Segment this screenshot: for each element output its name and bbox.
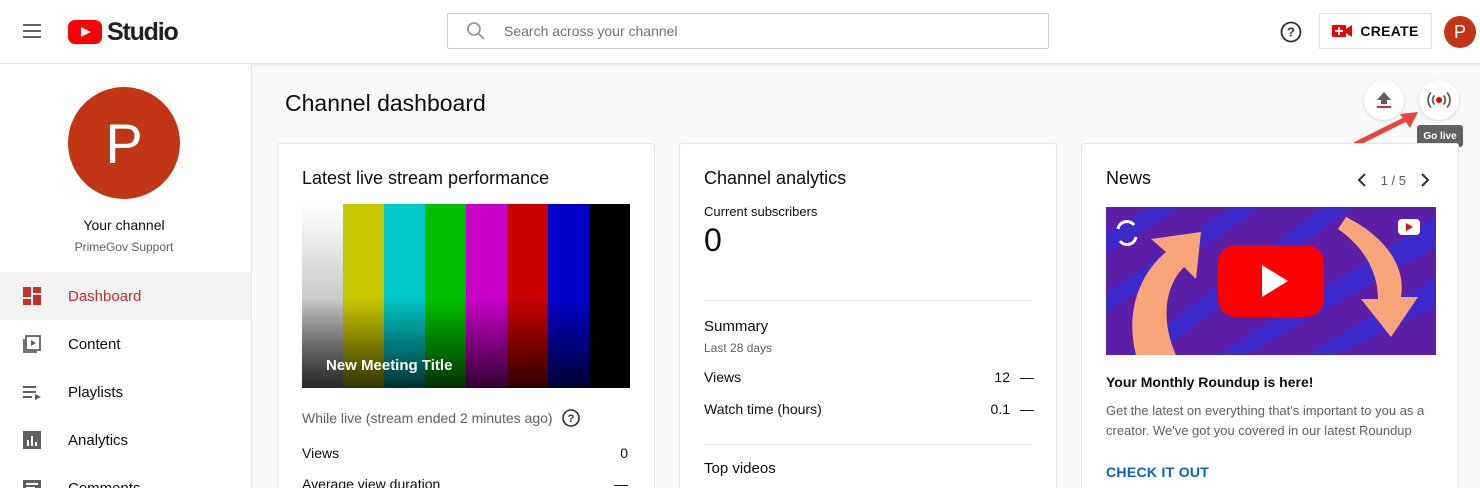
divider [704, 444, 1032, 445]
summary-title: Summary [704, 318, 769, 335]
news-illustration-icon [1106, 207, 1436, 355]
search-input[interactable] [504, 23, 1024, 39]
analytics-icon [23, 431, 41, 449]
summary-row: Views 12 — [704, 369, 1034, 385]
stat-value: 0 [620, 445, 628, 461]
stat-label: Views [302, 445, 340, 461]
pager-count: 1 / 5 [1380, 172, 1406, 188]
news-card: News 1 / 5 Your Monthly Roundup is here!… [1081, 143, 1459, 488]
chevron-right-icon[interactable] [1414, 170, 1434, 190]
check-it-out-link[interactable]: CHECK IT OUT [1106, 464, 1209, 480]
thumbnail-overlay [302, 298, 630, 388]
create-button[interactable]: CREATE [1319, 13, 1432, 49]
news-headline: Your Monthly Roundup is here! [1106, 374, 1314, 390]
sidebar-item-dashboard[interactable]: Dashboard [0, 272, 251, 320]
sidebar-item-label: Content [68, 335, 121, 353]
while-live-text: While live (stream ended 2 minutes ago) [302, 410, 553, 426]
summary-row-value: 0.1 [990, 401, 1010, 417]
logo-text: Studio [107, 17, 179, 46]
sidebar-item-label: Comments [68, 479, 141, 488]
dashboard-icon [23, 287, 41, 305]
sidebar-item-playlists[interactable]: Playlists [0, 368, 251, 416]
go-live-icon [1427, 91, 1451, 109]
news-body: Get the latest on everything that's impo… [1106, 403, 1425, 438]
sidebar-item-label: Analytics [68, 431, 129, 449]
stat-value: — [614, 476, 628, 488]
stat-label: Average view duration [302, 476, 441, 488]
your-channel-label: Your channel [83, 217, 165, 233]
create-camera-icon [1332, 25, 1353, 37]
analytics-card-title: Channel analytics [704, 168, 847, 188]
video-title: New Meeting Title [326, 357, 453, 374]
sidebar-item-content[interactable]: Content [0, 320, 251, 368]
summary-row-label: Views [704, 369, 742, 385]
channel-name: PrimeGov Support [74, 240, 174, 254]
trend-indicator: — [1020, 401, 1034, 417]
help-icon[interactable]: ? [1278, 19, 1304, 45]
youtube-logo-icon [68, 20, 102, 44]
sidebar-item-analytics[interactable]: Analytics [0, 416, 251, 464]
news-card-title: News [1106, 168, 1152, 188]
summary-row-value: 12 [994, 369, 1010, 385]
studio-logo[interactable]: Studio [68, 17, 179, 46]
svg-text:?: ? [567, 413, 574, 425]
stream-thumbnail[interactable]: New Meeting Title [302, 204, 630, 388]
stat-row: Average view duration — [302, 476, 628, 488]
menu-icon[interactable] [20, 20, 44, 44]
summary-period: Last 28 days [704, 341, 773, 355]
sidebar-item-comments[interactable]: Comments [0, 464, 251, 488]
sidebar: P Your channel PrimeGov Support Dashboar… [0, 64, 252, 488]
subscribers-value: 0 [704, 222, 722, 258]
channel-avatar[interactable]: P [68, 87, 180, 199]
content-icon [23, 335, 41, 353]
chevron-left-icon[interactable] [1353, 170, 1373, 190]
stat-row: Views 0 [302, 445, 628, 461]
search-box[interactable] [447, 13, 1049, 49]
comments-icon [23, 480, 41, 488]
live-card-title: Latest live stream performance [302, 168, 550, 188]
sidebar-item-label: Dashboard [68, 287, 142, 305]
analytics-card: Channel analytics Current subscribers 0 … [679, 143, 1057, 488]
summary-row-label: Watch time (hours) [704, 401, 822, 417]
top-videos-title: Top videos [704, 460, 776, 477]
top-bar: Studio ? CREATE P [0, 0, 1480, 64]
live-stream-card: Latest live stream performance New Meeti… [277, 143, 655, 488]
sidebar-item-label: Playlists [68, 383, 124, 401]
playlists-icon [23, 386, 41, 400]
help-icon[interactable]: ? [561, 408, 581, 428]
news-pager: 1 / 5 [1353, 170, 1434, 190]
while-live-label: While live (stream ended 2 minutes ago) … [302, 408, 581, 428]
page-title: Channel dashboard [285, 90, 486, 116]
news-image[interactable] [1106, 207, 1436, 355]
account-avatar[interactable]: P [1444, 16, 1476, 48]
sidebar-nav: Dashboard Content Playlists Analytics Co… [0, 272, 251, 488]
divider [704, 300, 1032, 301]
summary-row: Watch time (hours) 0.1 — [704, 401, 1034, 417]
go-live-button[interactable] [1419, 80, 1459, 120]
create-label: CREATE [1360, 23, 1419, 39]
subscribers-label: Current subscribers [704, 204, 818, 219]
upload-icon [1377, 92, 1391, 108]
svg-text:?: ? [1287, 25, 1295, 40]
trend-indicator: — [1020, 369, 1034, 385]
search-icon [464, 13, 504, 49]
